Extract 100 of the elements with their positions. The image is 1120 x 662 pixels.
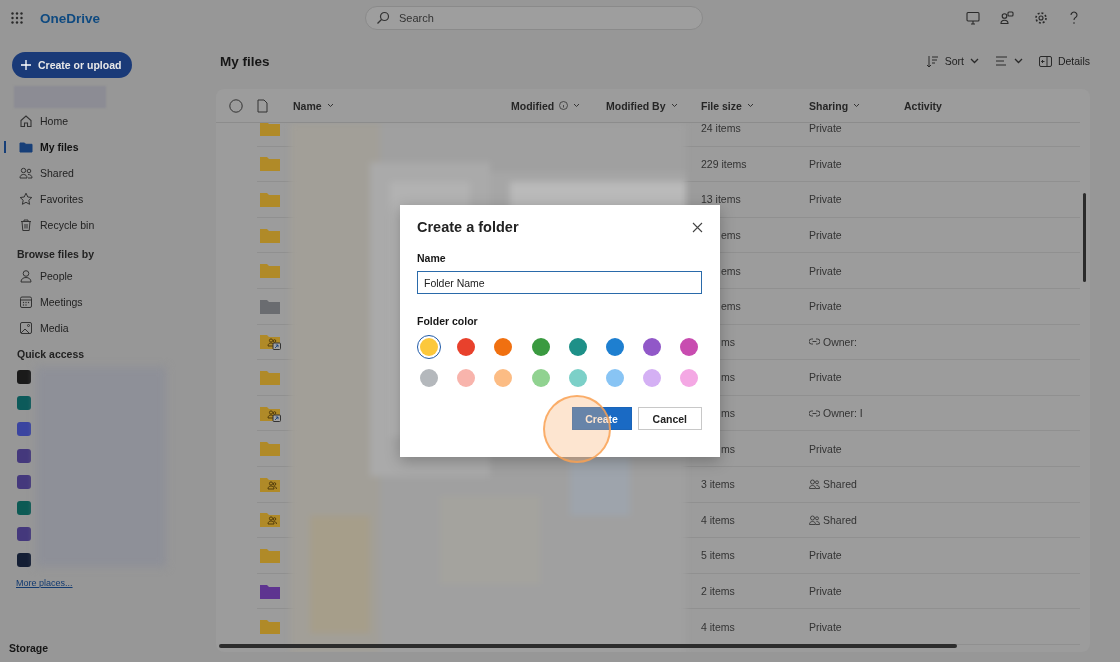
sharing-cell-text: Private bbox=[809, 620, 843, 633]
trash-icon bbox=[19, 218, 33, 232]
column-header[interactable]: Name bbox=[293, 99, 511, 112]
sharing-cell: Owner: I bbox=[809, 407, 904, 420]
sharing-cell-text: Private bbox=[809, 549, 843, 562]
nav-item[interactable]: Shared bbox=[0, 160, 216, 186]
people-icon[interactable] bbox=[1000, 11, 1015, 25]
caret-icon bbox=[670, 103, 678, 108]
column-header[interactable]: Modified By bbox=[606, 99, 701, 112]
help-icon[interactable] bbox=[1068, 11, 1081, 25]
caret-icon bbox=[573, 103, 581, 108]
monitor-icon[interactable] bbox=[966, 11, 981, 25]
image-icon bbox=[19, 321, 33, 335]
file-size-cell-text: ms bbox=[720, 371, 736, 384]
sharing-cell-text: Private bbox=[809, 157, 843, 170]
folder-icon[interactable] bbox=[259, 582, 281, 600]
vertical-scrollbar[interactable] bbox=[1083, 193, 1086, 282]
view-options-button[interactable] bbox=[994, 55, 1023, 67]
field-label: Folder color bbox=[417, 315, 479, 327]
nav-item[interactable]: People bbox=[0, 263, 216, 289]
folder-name-field[interactable]: Folder Name bbox=[417, 271, 702, 294]
people-icon bbox=[809, 479, 820, 490]
sharing-cell-text: Private bbox=[809, 264, 843, 277]
plus-icon bbox=[21, 60, 31, 70]
file-size-cell-text: ems bbox=[720, 300, 742, 313]
file-size-cell-text: ms bbox=[720, 335, 736, 348]
site-icon[interactable] bbox=[17, 527, 31, 542]
site-icon[interactable] bbox=[17, 448, 31, 463]
details-pane-icon bbox=[1038, 55, 1052, 67]
list-view-icon bbox=[994, 55, 1008, 67]
sort-button[interactable]: Sort bbox=[925, 54, 979, 68]
chevron-icon bbox=[969, 58, 979, 64]
folder-icon[interactable] bbox=[259, 511, 281, 529]
column-header[interactable]: Sharing bbox=[809, 99, 904, 112]
search-field[interactable]: Search bbox=[365, 6, 704, 30]
calendar-icon bbox=[19, 295, 33, 309]
dialog-title: Create a folder bbox=[417, 219, 519, 235]
sharing-cell: Shared bbox=[809, 513, 904, 526]
sort-icon bbox=[925, 54, 939, 68]
home-icon bbox=[19, 114, 33, 128]
cancel-button[interactable]: Cancel bbox=[637, 407, 702, 430]
site-icon[interactable] bbox=[17, 553, 31, 568]
site-icon[interactable] bbox=[17, 422, 31, 437]
sharing-cell-text: Private bbox=[809, 193, 843, 206]
people-icon bbox=[809, 514, 820, 525]
app-launcher-icon[interactable] bbox=[11, 12, 23, 24]
folder-icon[interactable] bbox=[259, 475, 281, 493]
sharing-cell-text: Private bbox=[809, 229, 843, 242]
file-size-cell-text: ms bbox=[720, 407, 736, 420]
link-icon bbox=[809, 338, 820, 346]
column-header[interactable]: File size bbox=[701, 99, 809, 112]
site-icon[interactable] bbox=[17, 501, 31, 516]
site-icon[interactable] bbox=[17, 474, 31, 489]
person-icon bbox=[19, 269, 33, 283]
site-icon[interactable] bbox=[17, 370, 31, 385]
storage-heading: Storage bbox=[9, 642, 49, 654]
file-type-icon bbox=[257, 98, 268, 113]
nav-item[interactable]: My files bbox=[0, 134, 216, 160]
file-size-cell-text: ms bbox=[720, 442, 736, 455]
app-name[interactable]: OneDrive bbox=[40, 10, 101, 26]
search-icon bbox=[376, 11, 391, 25]
folder-icon[interactable] bbox=[259, 333, 281, 351]
column-header[interactable]: Activity bbox=[904, 99, 1080, 112]
field-label: Name bbox=[417, 252, 447, 264]
file-size-cell-text: ems bbox=[720, 229, 742, 242]
section-heading: Quick access bbox=[17, 348, 86, 360]
site-icon[interactable] bbox=[17, 396, 31, 411]
close-icon[interactable] bbox=[692, 221, 703, 233]
nav-item[interactable]: Favorites bbox=[0, 186, 216, 212]
caret-icon bbox=[746, 103, 754, 108]
file-size-cell-text: 5 items bbox=[701, 549, 736, 562]
nav-item[interactable]: Recycle bin bbox=[0, 212, 216, 238]
file-size-cell-text: 3 items bbox=[701, 478, 736, 491]
caret-icon bbox=[326, 103, 334, 108]
chevron-icon bbox=[1013, 58, 1023, 64]
column-header[interactable]: Modified bbox=[511, 99, 606, 112]
more-places-link[interactable]: More places... bbox=[16, 577, 73, 588]
details-button[interactable]: Details bbox=[1038, 55, 1090, 67]
file-size-cell-text: 4 items bbox=[701, 513, 736, 526]
folder-icon[interactable] bbox=[259, 404, 281, 422]
link-icon bbox=[809, 409, 820, 417]
section-heading: Browse files by bbox=[17, 248, 96, 260]
caret-icon bbox=[853, 103, 861, 108]
file-size-cell-text: 229 items bbox=[701, 157, 748, 170]
nav-item[interactable]: Meetings bbox=[0, 289, 216, 315]
settings-icon[interactable] bbox=[1034, 11, 1049, 25]
sharing-cell: Owner: bbox=[809, 335, 904, 348]
sharing-cell-text: Private bbox=[809, 371, 843, 384]
sharing-cell-text: Private bbox=[809, 585, 843, 597]
file-size-cell-text: ems bbox=[720, 264, 742, 277]
horizontal-scrollbar[interactable] bbox=[219, 644, 957, 648]
people-icon bbox=[19, 166, 33, 180]
nav-item[interactable]: Media bbox=[0, 315, 216, 341]
select-all-checkbox[interactable] bbox=[229, 98, 243, 113]
create-or-upload-button[interactable]: Create or upload bbox=[12, 52, 133, 78]
file-size-cell-text: 24 items bbox=[701, 123, 742, 135]
sharing-cell-text: Private bbox=[809, 442, 843, 455]
file-size-cell-text: 2 items bbox=[701, 585, 736, 597]
nav-item[interactable]: Home bbox=[0, 108, 216, 134]
star-icon bbox=[19, 192, 33, 206]
